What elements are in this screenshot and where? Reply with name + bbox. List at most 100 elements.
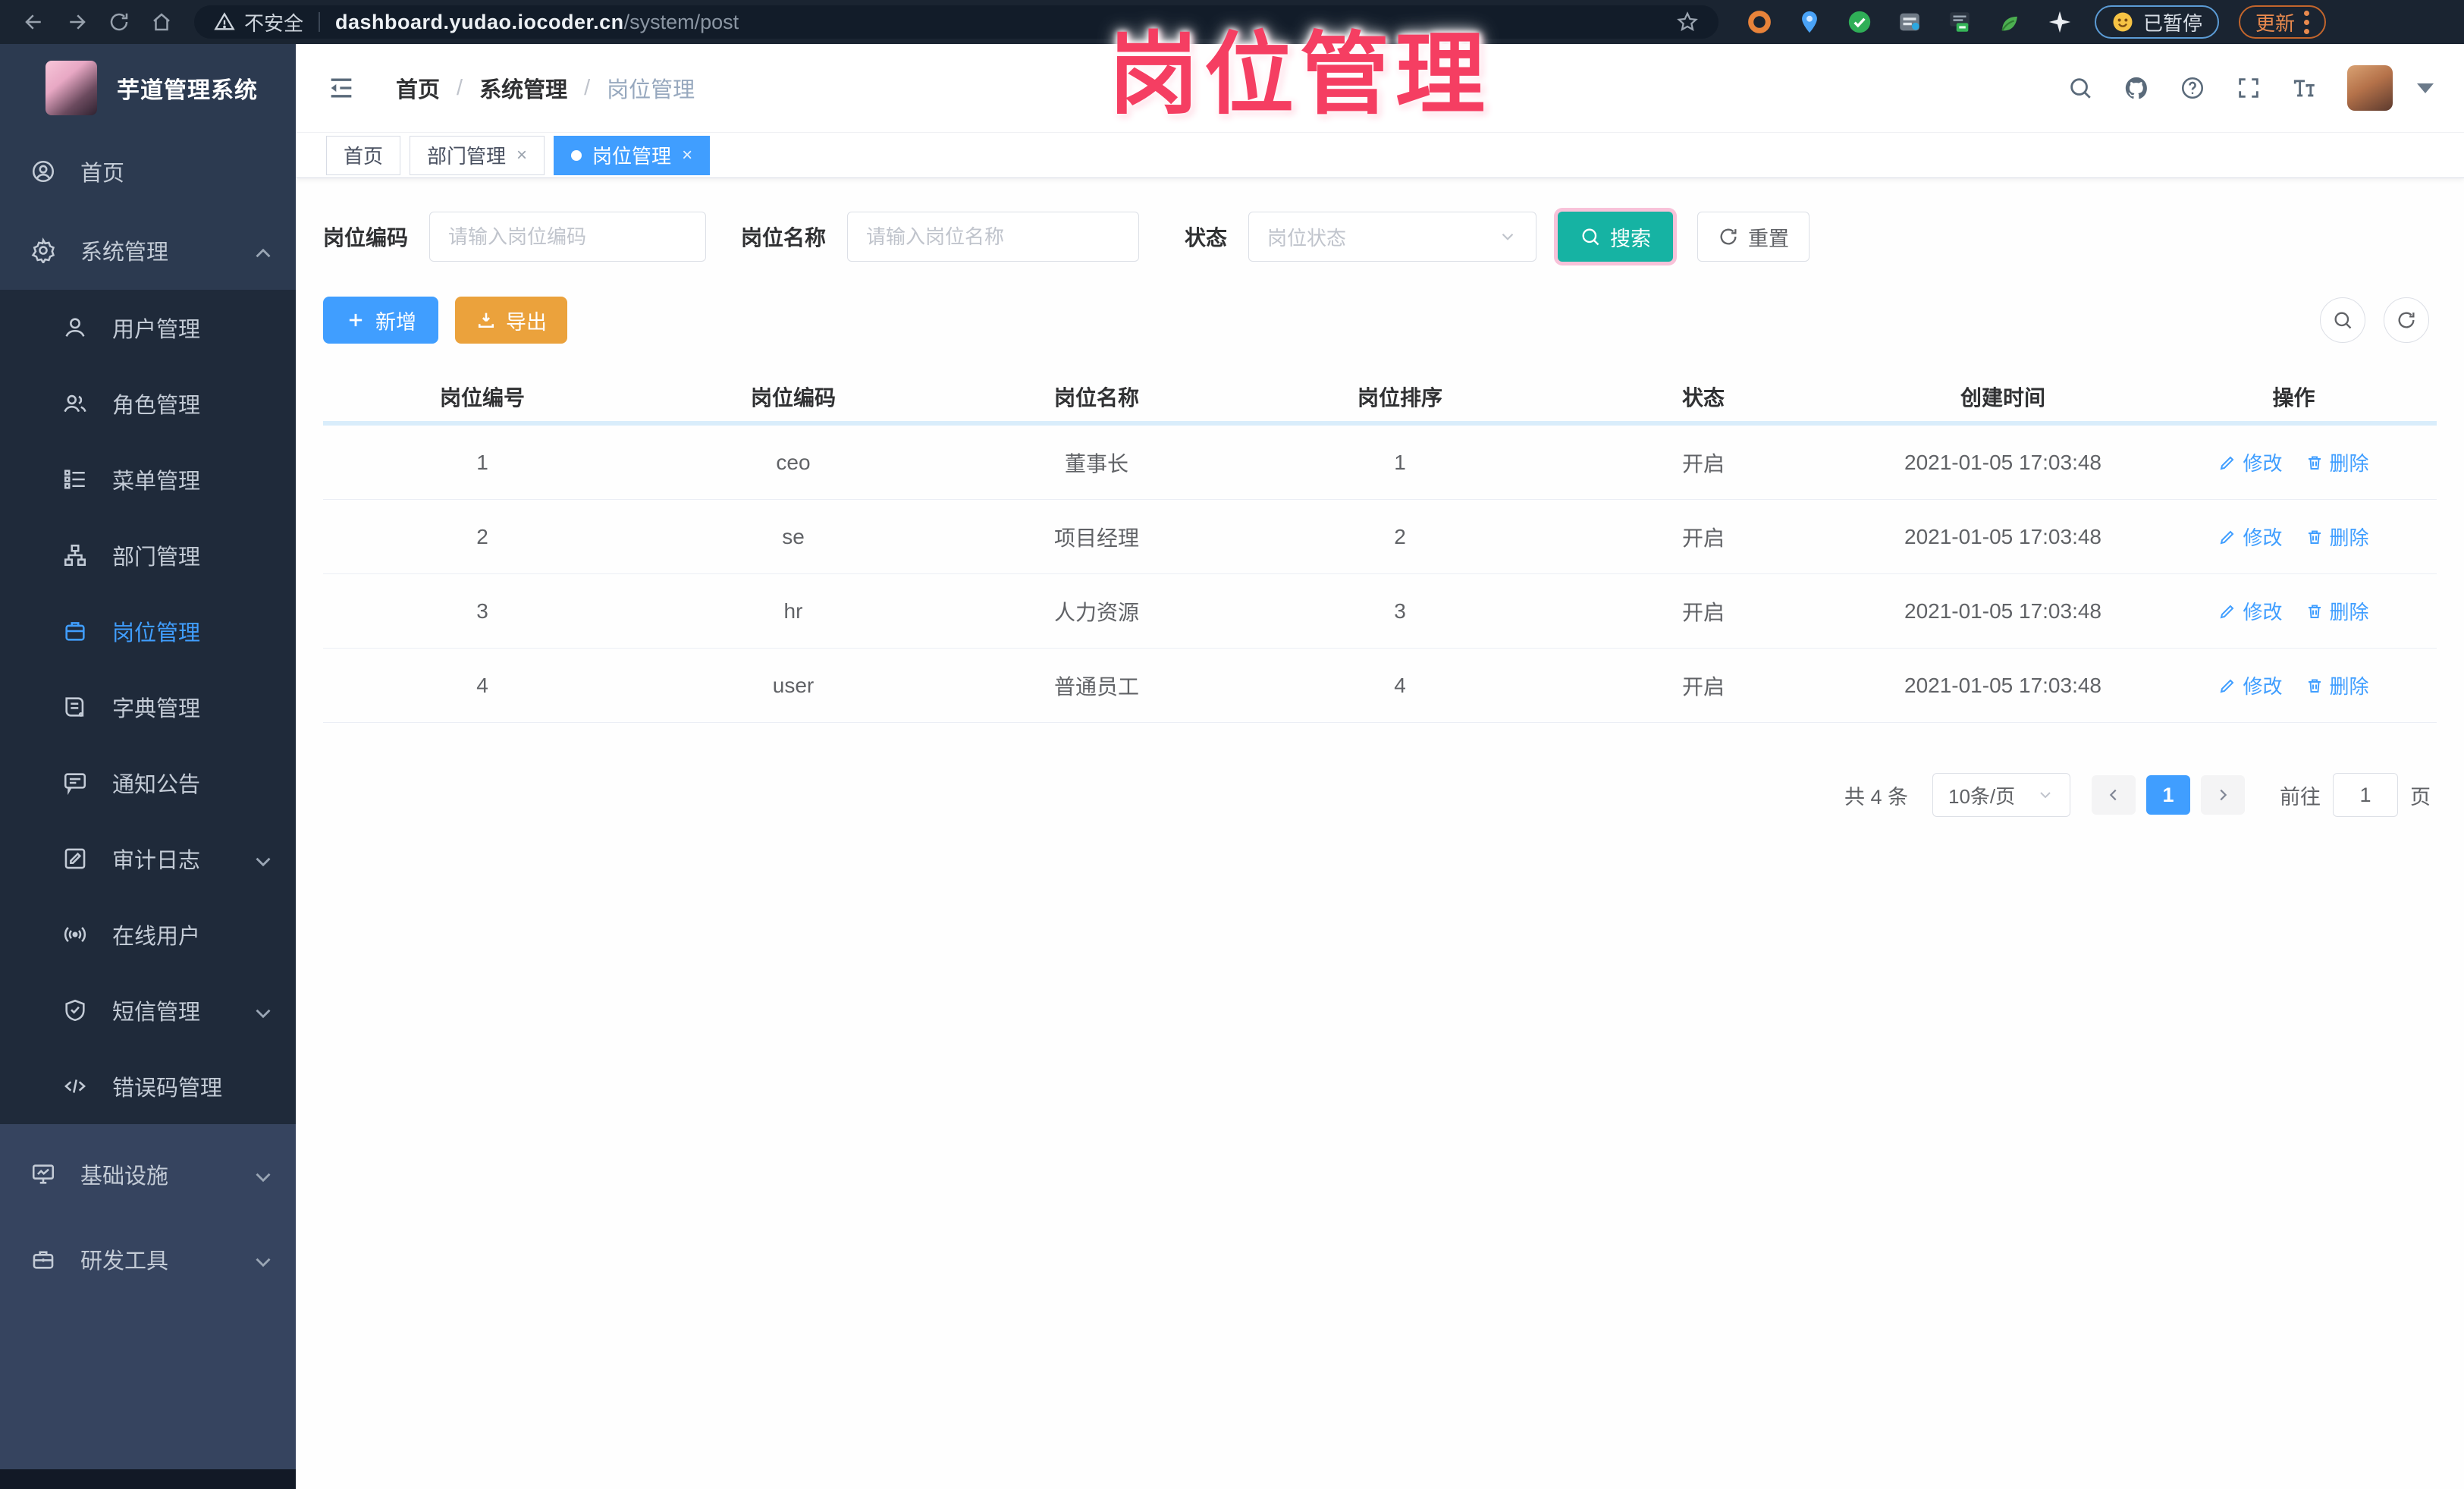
cell-post-sort: 2: [1394, 524, 1406, 548]
post-name-input[interactable]: [847, 212, 1140, 262]
goto-page-input[interactable]: [2333, 773, 2398, 817]
status-select[interactable]: 岗位状态: [1248, 212, 1537, 262]
tab-home[interactable]: 首页: [326, 135, 401, 175]
shield-icon: [61, 996, 89, 1025]
sidebar-item-home[interactable]: 首页: [0, 132, 296, 211]
edit-link[interactable]: 修改: [2218, 671, 2283, 699]
extension-green-check-icon[interactable]: [1844, 7, 1875, 37]
sidebar-item-dictionary[interactable]: 字典管理: [0, 669, 296, 745]
insecure-warning-icon: [214, 11, 235, 33]
sidebar-item-infrastructure[interactable]: 基础设施: [0, 1132, 296, 1217]
user-avatar[interactable]: [2347, 65, 2393, 111]
address-bar[interactable]: 不安全 dashboard.yudao.iocoder.cn/system/po…: [194, 5, 1719, 39]
page-number-button[interactable]: 1: [2146, 775, 2190, 815]
browser-reload-icon[interactable]: [102, 5, 137, 39]
page-size-select[interactable]: 10条/页: [1932, 773, 2070, 817]
extension-puzzle-icon[interactable]: [1894, 7, 1925, 37]
sidebar-item-audit-log[interactable]: 审计日志: [0, 821, 296, 897]
security-label[interactable]: 不安全: [244, 8, 303, 36]
sidebar-item-departments[interactable]: 部门管理: [0, 517, 296, 593]
column-header: 岗位编号: [439, 386, 525, 410]
sidebar-item-menus[interactable]: 菜单管理: [0, 441, 296, 517]
delete-link[interactable]: 删除: [2305, 671, 2369, 699]
extension-location-pin-icon[interactable]: [1794, 7, 1825, 37]
sidebar-collapse-icon[interactable]: [326, 73, 356, 103]
reset-button[interactable]: 重置: [1697, 212, 1810, 262]
sidebar-item-announcements[interactable]: 通知公告: [0, 745, 296, 821]
update-chip[interactable]: 更新: [2239, 5, 2327, 39]
edit-link-label: 修改: [2243, 675, 2283, 698]
font-size-icon[interactable]: [2291, 74, 2318, 102]
refresh-table-button[interactable]: [2384, 297, 2429, 343]
post-code-label: 岗位编码: [323, 226, 409, 250]
tabs-bar: 首页 部门管理 × 岗位管理 ×: [296, 133, 2464, 178]
sidebar-item-roles[interactable]: 角色管理: [0, 366, 296, 441]
extension-pinwheel-icon[interactable]: [2045, 7, 2075, 37]
delete-link[interactable]: 删除: [2305, 523, 2369, 551]
search-button[interactable]: 搜索: [1558, 212, 1674, 262]
cell-post-code: se: [782, 524, 805, 548]
app-logo-row[interactable]: 芋道管理系统: [0, 44, 296, 132]
breadcrumb-system[interactable]: 系统管理: [479, 72, 567, 104]
search-icon[interactable]: [2067, 74, 2094, 102]
breadcrumb-separator: /: [457, 75, 463, 100]
sidebar-item-posts[interactable]: 岗位管理: [0, 593, 296, 669]
sidebar-item-label: 岗位管理: [112, 621, 201, 646]
browser-back-icon[interactable]: [17, 5, 52, 39]
sidebar-item-error-codes[interactable]: 错误码管理: [0, 1048, 296, 1124]
export-button[interactable]: 导出: [455, 297, 567, 344]
close-icon[interactable]: ×: [516, 146, 527, 165]
tab-posts[interactable]: 岗位管理 ×: [554, 135, 711, 175]
edit-link[interactable]: 修改: [2218, 523, 2283, 551]
extension-orange-ring-icon[interactable]: [1744, 7, 1775, 37]
sidebar-item-online-users[interactable]: 在线用户: [0, 897, 296, 972]
sidebar-item-users[interactable]: 用户管理: [0, 290, 296, 366]
delete-link[interactable]: 删除: [2305, 597, 2369, 625]
pencil-icon: [2221, 679, 2234, 693]
app-title: 芋道管理系统: [117, 78, 258, 103]
chevron-left-icon: [2109, 789, 2117, 801]
browser-forward-icon[interactable]: [59, 5, 94, 39]
edit-log-icon: [61, 844, 89, 873]
cell-actions: 修改 删除: [2151, 523, 2437, 551]
monitor-icon: [29, 1160, 58, 1189]
delete-link[interactable]: 删除: [2305, 448, 2369, 476]
avatar-caret-down-icon[interactable]: [2417, 83, 2434, 93]
github-icon[interactable]: [2123, 74, 2150, 102]
help-icon[interactable]: [2179, 74, 2206, 102]
add-button[interactable]: 新增: [323, 297, 438, 344]
edit-link[interactable]: 修改: [2218, 597, 2283, 625]
column-header: 岗位排序: [1357, 386, 1442, 410]
column-header: 创建时间: [1960, 386, 2045, 410]
refresh-icon: [1720, 228, 1737, 245]
fullscreen-icon[interactable]: [2235, 74, 2262, 102]
tab-departments[interactable]: 部门管理 ×: [410, 135, 545, 175]
goto-label: 前往: [2280, 785, 2321, 809]
list-icon: [61, 465, 89, 494]
cell-post-status: 开启: [1681, 526, 1725, 550]
refresh-icon: [2398, 312, 2415, 328]
browser-home-icon[interactable]: [144, 5, 179, 39]
sidebar-item-label: 审计日志: [112, 849, 201, 873]
extension-tag-manager-icon[interactable]: [1945, 7, 1975, 37]
org-tree-icon: [61, 541, 89, 570]
sidebar-item-label: 错误码管理: [112, 1076, 223, 1101]
prev-page-button[interactable]: [2092, 775, 2136, 815]
paused-chip[interactable]: 已暂停: [2095, 5, 2220, 39]
edit-link[interactable]: 修改: [2218, 448, 2283, 476]
breadcrumb-home[interactable]: 首页: [396, 72, 440, 104]
sidebar-item-label: 基础设施: [80, 1164, 169, 1189]
close-icon[interactable]: ×: [682, 146, 692, 165]
bookmark-star-icon[interactable]: [1676, 11, 1699, 33]
sidebar-item-dev-tools[interactable]: 研发工具: [0, 1217, 296, 1302]
post-code-input[interactable]: [429, 212, 707, 262]
cell-post-code: hr: [783, 598, 803, 623]
cell-created-time: 2021-01-05 17:03:48: [1904, 673, 2101, 697]
browser-menu-kebab-icon[interactable]: [2304, 10, 2310, 34]
sidebar-item-sms[interactable]: 短信管理: [0, 972, 296, 1048]
toggle-search-button[interactable]: [2320, 297, 2365, 343]
next-page-button[interactable]: [2201, 775, 2245, 815]
extension-leaf-icon[interactable]: [1995, 7, 2025, 37]
sidebar-item-system[interactable]: 系统管理: [0, 211, 296, 290]
code-icon: [61, 1072, 89, 1101]
